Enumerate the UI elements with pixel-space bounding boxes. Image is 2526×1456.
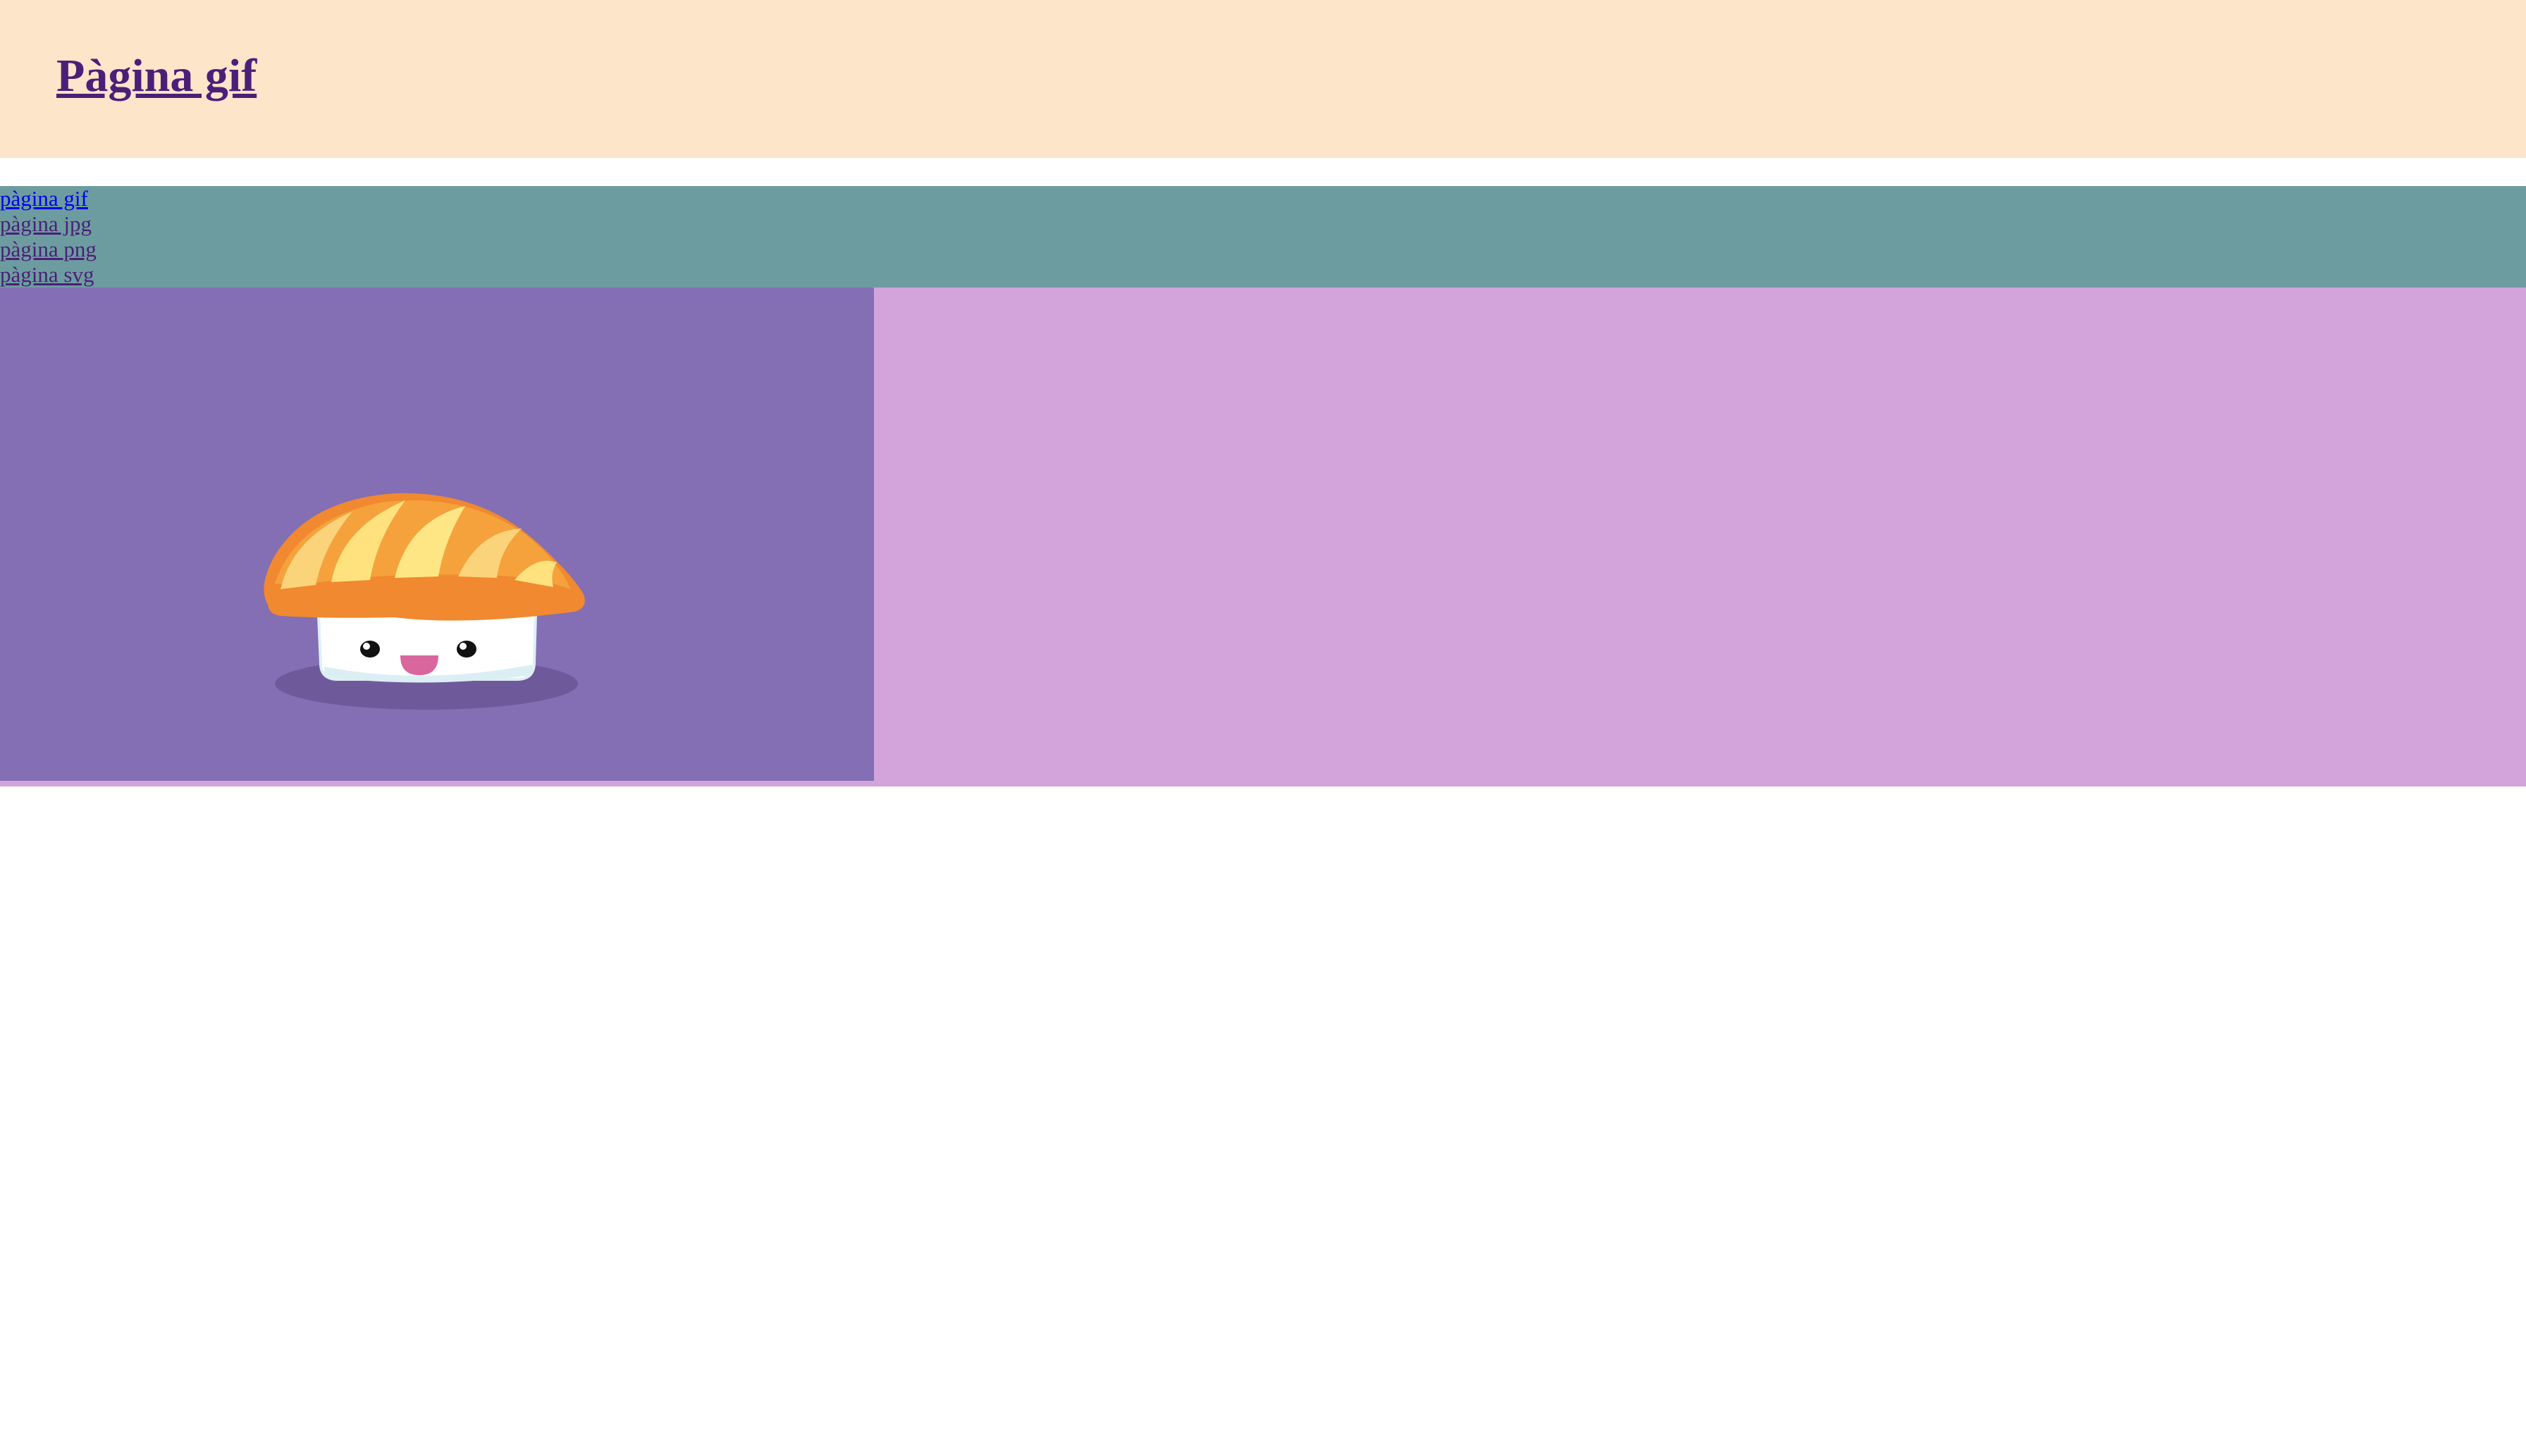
nav-menu: pàgina gif pàgina jpg pàgina png pàgina … xyxy=(0,186,2526,288)
nav-link-svg[interactable]: pàgina svg xyxy=(0,262,94,287)
nav-link-gif[interactable]: pàgina gif xyxy=(0,186,88,211)
page-title: Pàgina gif xyxy=(56,49,257,103)
nav-item-jpg: pàgina jpg xyxy=(0,211,2526,237)
image-panel xyxy=(0,288,874,781)
page: Pàgina gif pàgina gif pàgina jpg pàgina … xyxy=(0,0,2526,1456)
nav-list: pàgina gif pàgina jpg pàgina png pàgina … xyxy=(0,186,2526,288)
sushi-icon xyxy=(264,493,585,710)
page-header: Pàgina gif xyxy=(0,0,2526,158)
nav-link-jpg[interactable]: pàgina jpg xyxy=(0,211,92,236)
nav-link-png[interactable]: pàgina png xyxy=(0,237,97,261)
page-title-link[interactable]: Pàgina gif xyxy=(56,50,257,101)
nav-item-gif: pàgina gif xyxy=(0,186,2526,211)
nav-item-svg: pàgina svg xyxy=(0,262,2526,288)
nav-item-png: pàgina png xyxy=(0,237,2526,262)
main-content xyxy=(0,288,2526,786)
